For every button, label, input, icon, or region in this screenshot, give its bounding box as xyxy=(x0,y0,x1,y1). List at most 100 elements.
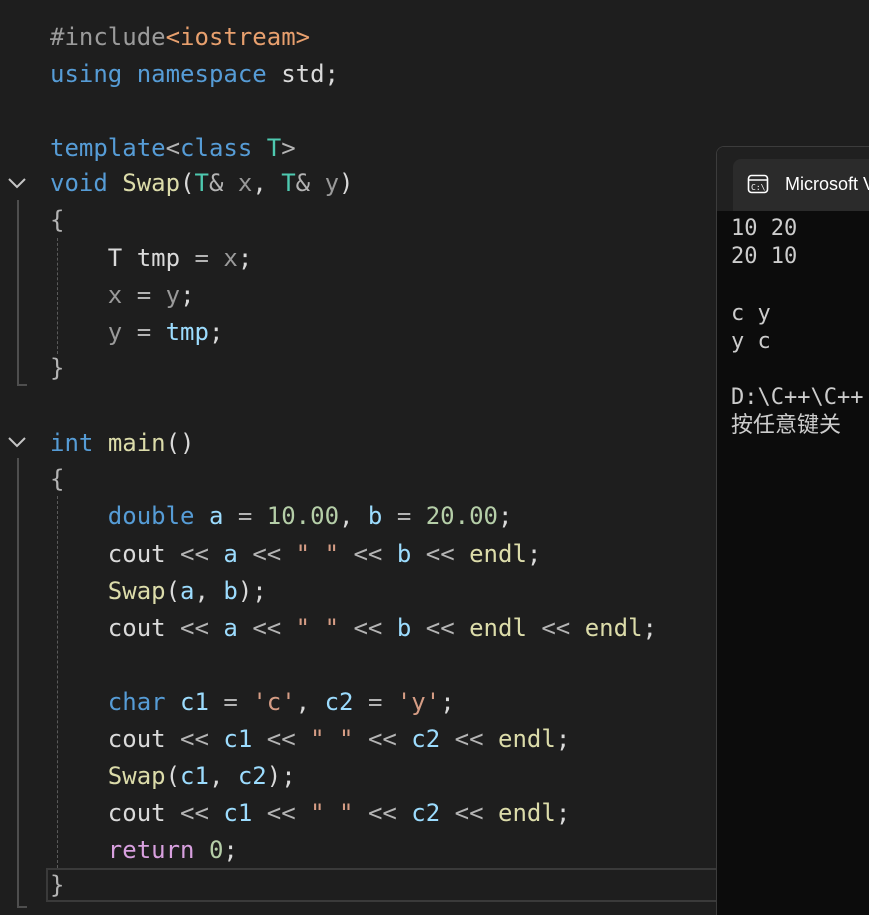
code-line[interactable]: template<class T> xyxy=(50,130,296,166)
code-line[interactable]: double a = 10.00, b = 20.00; xyxy=(50,498,513,534)
code-line[interactable]: y = tmp; xyxy=(50,314,224,350)
code-token: () xyxy=(165,429,195,457)
code-line[interactable]: cout << c1 << " " << c2 << endl; xyxy=(50,721,570,757)
code-line[interactable]: x = y; xyxy=(50,277,195,313)
code-token: ; xyxy=(180,281,195,309)
code-line[interactable]: T tmp = x; xyxy=(50,240,253,276)
code-line[interactable]: } xyxy=(50,350,64,386)
code-token: = xyxy=(223,688,238,716)
chevron-down-icon[interactable] xyxy=(6,172,28,194)
current-line-highlight xyxy=(46,868,726,902)
code-line[interactable]: #include<iostream> xyxy=(50,19,310,55)
console-window[interactable]: C:\ Microsoft Visual Studio 10 20 20 10 … xyxy=(716,146,869,915)
code-token: } xyxy=(50,354,65,382)
code-token: char xyxy=(107,688,166,716)
code-token: { xyxy=(50,465,65,493)
code-token: << xyxy=(266,799,296,827)
code-token: << xyxy=(367,799,397,827)
code-token: cout xyxy=(50,614,181,642)
code-token: ( xyxy=(165,577,181,605)
code-token: = xyxy=(396,502,412,530)
code-token: << xyxy=(180,799,209,827)
code-token: c2 xyxy=(237,762,267,790)
console-output-line: y c xyxy=(731,329,771,354)
code-line[interactable]: cout << a << " " << b << endl; xyxy=(50,536,542,572)
code-line[interactable]: char c1 = 'c', c2 = 'y'; xyxy=(50,684,455,720)
code-token: 20.00 xyxy=(425,502,498,530)
fold-range-end xyxy=(17,384,27,386)
svg-text:C:\: C:\ xyxy=(751,183,766,192)
code-token: Swap xyxy=(122,169,181,197)
code-token: << xyxy=(353,540,383,568)
code-token: x xyxy=(107,281,123,309)
code-line[interactable]: return 0; xyxy=(50,832,238,868)
code-token: cout xyxy=(50,725,181,753)
code-line[interactable]: { xyxy=(50,202,64,238)
code-line[interactable]: cout << a << " " << b << endl << endl; xyxy=(50,610,657,646)
fold-range-end xyxy=(17,906,27,908)
code-token: T xyxy=(194,169,209,197)
code-line[interactable]: using namespace std; xyxy=(50,56,339,92)
code-token: a xyxy=(180,577,195,605)
code-token: & xyxy=(208,169,224,197)
code-token: = xyxy=(136,318,152,346)
code-token: #include xyxy=(50,23,166,51)
code-token: T xyxy=(281,169,296,197)
code-line[interactable]: } xyxy=(50,867,64,903)
code-token: endl xyxy=(498,725,556,753)
app-window: #include<iostream> using namespace std; … xyxy=(0,0,869,915)
code-token: x xyxy=(237,169,253,197)
code-token: b xyxy=(396,614,412,642)
console-output[interactable]: 10 20 20 10 c y y c D:\C++\C++ 按任意键关 xyxy=(717,211,869,915)
code-token: endl xyxy=(498,799,556,827)
console-tab[interactable]: C:\ Microsoft Visual Studio xyxy=(733,159,869,211)
code-token: y xyxy=(165,281,181,309)
code-token: 'y' xyxy=(396,688,441,716)
chevron-down-icon[interactable] xyxy=(6,431,28,453)
code-token: c1 xyxy=(180,762,209,790)
code-line[interactable]: Swap(c1, c2); xyxy=(50,758,296,794)
code-token: ; xyxy=(223,836,238,864)
code-line[interactable]: int main() xyxy=(50,425,195,461)
code-line[interactable]: Swap(a, b); xyxy=(50,573,267,609)
code-token: ; xyxy=(555,725,571,753)
code-token: ); xyxy=(237,577,267,605)
code-token: tmp xyxy=(165,318,209,346)
code-token: ; xyxy=(555,799,571,827)
code-token: } xyxy=(50,871,65,899)
code-token: 'c' xyxy=(252,688,296,716)
code-token: = xyxy=(136,281,152,309)
console-titlebar[interactable]: C:\ Microsoft Visual Studio xyxy=(717,147,869,211)
console-output-line: 20 10 xyxy=(731,244,798,269)
code-token: " " xyxy=(310,799,354,827)
code-line[interactable]: cout << c1 << " " << c2 << endl; xyxy=(50,795,570,831)
code-line[interactable]: void Swap(T& x, T& y) xyxy=(50,165,353,201)
code-line[interactable]: { xyxy=(50,461,64,497)
code-token: c1 xyxy=(180,688,209,716)
code-token: << xyxy=(454,725,484,753)
